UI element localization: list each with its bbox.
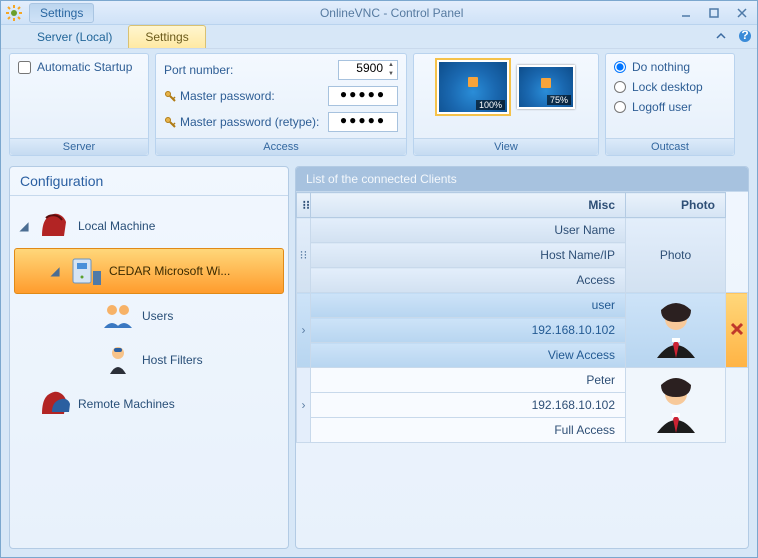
outcast-logoff-user[interactable]: Logoff user [614, 100, 726, 114]
port-spin-down[interactable]: ▼ [385, 70, 397, 79]
port-spin-up[interactable]: ▲ [385, 61, 397, 70]
col-photo[interactable]: Photo [626, 193, 726, 218]
content-area: Configuration ◢ Local Machine ◢ CEDAR Mi… [1, 158, 757, 557]
users-icon [100, 298, 136, 334]
cell-host: 192.168.10.102 [311, 318, 626, 343]
group-access: Port number: 5900 ▲▼ Master password: ●●… [155, 53, 407, 156]
cell-access: Full Access [311, 418, 626, 443]
outcast-do-nothing[interactable]: Do nothing [614, 60, 726, 74]
collapse-ribbon-icon[interactable] [713, 28, 729, 44]
tree-users[interactable]: Users [14, 294, 284, 338]
tree-host-filters[interactable]: Host Filters [14, 338, 284, 382]
maximize-button[interactable] [703, 5, 725, 21]
tree-cedar[interactable]: ◢ CEDAR Microsoft Wi... [14, 248, 284, 294]
port-number-input[interactable]: 5900 ▲▼ [338, 60, 398, 80]
expand-icon[interactable]: ◢ [18, 219, 30, 233]
group-access-label: Access [156, 138, 406, 155]
grid-subheader-row: ⁝⁝ User Name Photo [297, 218, 748, 243]
tree-host-filters-label: Host Filters [142, 353, 203, 367]
delete-button[interactable] [726, 293, 748, 368]
group-outcast-label: Outcast [606, 138, 734, 155]
subcol-host: Host Name/IP [311, 243, 626, 268]
tab-settings[interactable]: Settings [128, 25, 205, 48]
window-title: OnlineVNC - Control Panel [108, 6, 675, 20]
configuration-tree: ◢ Local Machine ◢ CEDAR Microsoft Wi... [10, 196, 288, 434]
tree-local-machine[interactable]: ◢ Local Machine [14, 204, 284, 248]
view-thumb-75[interactable]: 75% [517, 65, 575, 109]
col-misc[interactable]: Misc [311, 193, 626, 218]
group-view: 100% 75% View [413, 53, 599, 156]
clients-panel: List of the connected Clients ⁝⁝ Misc Ph… [295, 166, 749, 549]
subcol-photo: Photo [626, 218, 726, 293]
key-icon [164, 116, 176, 128]
close-button[interactable] [731, 5, 753, 21]
port-label: Port number: [164, 63, 332, 77]
automatic-startup-checkbox[interactable]: Automatic Startup [18, 60, 140, 74]
port-number-value: 5900 [356, 61, 383, 75]
group-view-label: View [414, 138, 598, 155]
tree-remote-machines-label: Remote Machines [78, 397, 175, 411]
tab-server-local[interactable]: Server (Local) [21, 26, 128, 48]
group-server-label: Server [10, 138, 148, 155]
clients-header: List of the connected Clients [296, 167, 748, 192]
ribbon-tabstrip: Server (Local) Settings ? [1, 25, 757, 49]
remote-machines-icon [36, 386, 72, 422]
cell-photo [626, 293, 726, 368]
cell-user: user [311, 293, 626, 318]
client-row[interactable]: › Peter [297, 368, 748, 393]
cell-access: View Access [311, 343, 626, 368]
cell-photo [626, 368, 726, 443]
qat-settings[interactable]: Settings [29, 3, 94, 23]
tree-cedar-label: CEDAR Microsoft Wi... [109, 264, 230, 278]
view-thumb-100[interactable]: 100% [437, 60, 509, 114]
thumb-75-badge: 75% [547, 95, 571, 105]
automatic-startup-label: Automatic Startup [37, 60, 132, 74]
local-machine-icon [36, 208, 72, 244]
outcast-lock-desktop[interactable]: Lock desktop [614, 80, 726, 94]
help-icon[interactable]: ? [737, 28, 753, 44]
subcol-access: Access [311, 268, 626, 293]
grid-handle-misc[interactable]: ⁝⁝ [297, 193, 311, 218]
svg-text:?: ? [741, 29, 748, 42]
client-row[interactable]: › user [297, 293, 748, 318]
row-expand[interactable]: › [297, 368, 311, 443]
master-password-label: Master password: [164, 89, 322, 103]
group-server: Automatic Startup Server [9, 53, 149, 156]
configuration-header: Configuration [10, 167, 288, 196]
clients-grid: ⁝⁝ Misc Photo ⁝⁝ User Name Photo Host Na… [296, 192, 748, 548]
cell-host: 192.168.10.102 [311, 393, 626, 418]
configuration-panel: Configuration ◢ Local Machine ◢ CEDAR Mi… [9, 166, 289, 549]
grid-handle-photo[interactable]: ⁝⁝ [297, 218, 311, 293]
minimize-button[interactable] [675, 5, 697, 21]
row-expand[interactable]: › [297, 293, 311, 368]
grid-header-row: ⁝⁝ Misc Photo [297, 193, 748, 218]
host-filters-icon [100, 342, 136, 378]
expand-icon[interactable]: ◢ [49, 264, 61, 278]
master-password-retype-input[interactable]: ●●●●● [328, 112, 398, 132]
window: Settings OnlineVNC - Control Panel Serve… [0, 0, 758, 558]
subcol-user: User Name [311, 218, 626, 243]
master-password-input[interactable]: ●●●●● [328, 86, 398, 106]
tree-users-label: Users [142, 309, 173, 323]
tree-local-machine-label: Local Machine [78, 219, 155, 233]
computer-icon [67, 253, 103, 289]
titlebar: Settings OnlineVNC - Control Panel [1, 1, 757, 25]
tree-remote-machines[interactable]: Remote Machines [14, 382, 284, 426]
group-outcast: Do nothing Lock desktop Logoff user Outc… [605, 53, 735, 156]
ribbon: Automatic Startup Server Port number: 59… [1, 49, 757, 158]
key-icon [164, 90, 176, 102]
thumb-100-badge: 100% [476, 100, 505, 110]
master-password-retype-label: Master password (retype): [164, 115, 322, 129]
app-icon [5, 4, 23, 22]
cell-user: Peter [311, 368, 626, 393]
